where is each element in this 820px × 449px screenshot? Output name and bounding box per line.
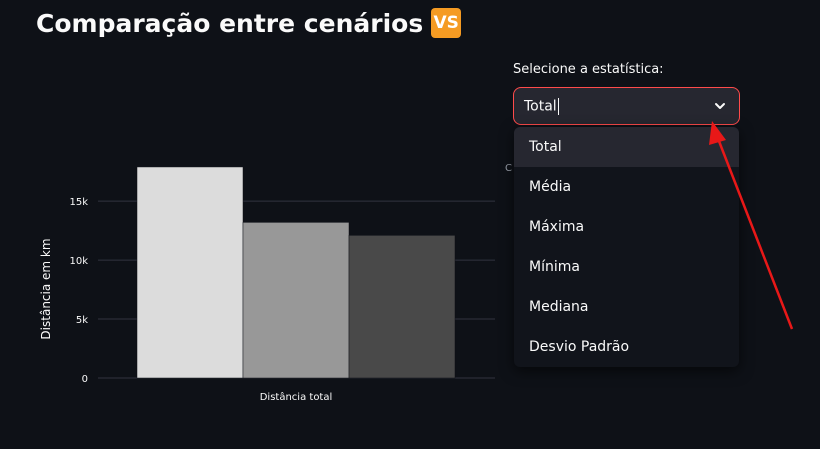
y-axis-label: Distância em km xyxy=(39,238,53,339)
chart-bar xyxy=(136,166,244,379)
y-tick-label: 0 xyxy=(82,374,88,385)
app-page: Comparação entre cenários VS 0 5k 10k 15k Di… xyxy=(0,0,820,449)
select-value[interactable]: Total xyxy=(524,98,713,115)
page-title-text: Comparação entre cenários xyxy=(36,8,424,38)
bar-chart: 0 5k 10k 15k Distância total Distância em km xyxy=(0,150,510,420)
page-title: Comparação entre cenários VS xyxy=(36,8,462,38)
vs-icon: VS xyxy=(431,8,462,38)
y-tick-label: 10k xyxy=(69,256,88,267)
dropdown-option-desvio-padrao[interactable]: Desvio Padrão xyxy=(514,327,739,367)
annotation-arrow-icon xyxy=(709,121,794,330)
chart-bar xyxy=(242,222,350,379)
y-tick-label: 15k xyxy=(69,197,88,208)
y-tick-label: 5k xyxy=(76,315,88,326)
bar-chart-svg: 0 5k 10k 15k Distância total Distância em km xyxy=(39,166,495,403)
obscured-caption: C xyxy=(505,163,512,174)
chart-bar xyxy=(348,235,456,379)
select-label: Selecione a estatística: xyxy=(513,62,664,77)
x-tick-label: Distância total xyxy=(260,391,333,403)
chevron-down-icon[interactable] xyxy=(713,99,727,113)
